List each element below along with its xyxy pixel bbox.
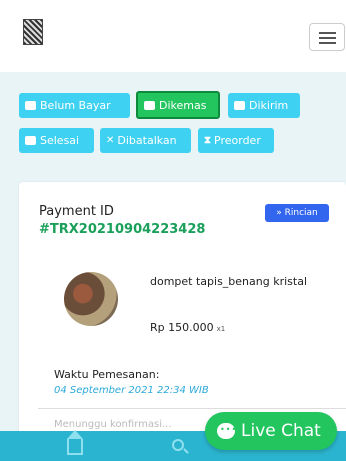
product-price-row: Rp 150.000 x1 bbox=[150, 321, 225, 334]
order-card: Payment ID #TRX20210904223428 » Rincian … bbox=[19, 182, 346, 432]
home-icon[interactable] bbox=[67, 430, 83, 455]
card-icon bbox=[25, 101, 36, 110]
rincian-label: Rincian bbox=[284, 208, 318, 218]
search-icon[interactable] bbox=[172, 439, 184, 451]
hamburger-line bbox=[319, 37, 336, 39]
tab-selesai[interactable]: Selesai bbox=[19, 128, 94, 153]
order-status-text: Menunggu konfirmasi... bbox=[54, 419, 172, 430]
page-content: Belum Bayar Dikemas Dikirim Selesai ✕ Di… bbox=[0, 72, 346, 432]
tab-label: Belum Bayar bbox=[40, 99, 111, 112]
check-icon bbox=[25, 136, 36, 145]
tab-dikirim[interactable]: Dikirim bbox=[228, 93, 300, 118]
order-time-value: 04 September 2021 22:34 WIB bbox=[54, 385, 209, 396]
tab-label: Selesai bbox=[40, 134, 80, 147]
tab-label: Dikemas bbox=[159, 98, 207, 112]
order-time-label: Waktu Pemesanan: bbox=[54, 368, 160, 381]
rincian-button[interactable]: » Rincian bbox=[265, 204, 329, 222]
live-chat-label: Live Chat bbox=[241, 421, 321, 441]
tab-belum-bayar[interactable]: Belum Bayar bbox=[19, 93, 130, 118]
tab-preorder[interactable]: ⧗ Preorder bbox=[198, 128, 274, 153]
tab-label: Dikirim bbox=[249, 99, 289, 112]
double-chevron-icon: » bbox=[276, 208, 285, 218]
divider bbox=[38, 408, 346, 409]
live-chat-button[interactable]: Live Chat bbox=[205, 412, 337, 450]
payment-id: #TRX20210904223428 bbox=[39, 222, 206, 237]
chat-bubble-icon bbox=[217, 423, 237, 439]
hamburger-line bbox=[319, 42, 336, 44]
menu-button[interactable] bbox=[309, 23, 345, 51]
tab-dikemas[interactable]: Dikemas bbox=[136, 91, 220, 119]
hourglass-icon: ⧗ bbox=[204, 135, 212, 146]
product-name: dompet tapis_benang kristal bbox=[150, 275, 308, 288]
truck-icon bbox=[234, 101, 245, 110]
product-price: Rp 150.000 bbox=[150, 321, 214, 334]
top-bar bbox=[0, 0, 346, 72]
tab-label: Dibatalkan bbox=[117, 134, 177, 147]
x-icon: ✕ bbox=[106, 135, 115, 146]
payment-label: Payment ID bbox=[39, 204, 114, 219]
product-thumbnail[interactable] bbox=[64, 272, 118, 326]
hamburger-line bbox=[319, 32, 336, 34]
box-icon bbox=[144, 100, 155, 110]
tab-label: Preorder bbox=[214, 134, 261, 147]
tab-dibatalkan[interactable]: ✕ Dibatalkan bbox=[100, 128, 191, 153]
brand-logo[interactable] bbox=[23, 19, 43, 45]
product-qty: x1 bbox=[216, 325, 226, 333]
